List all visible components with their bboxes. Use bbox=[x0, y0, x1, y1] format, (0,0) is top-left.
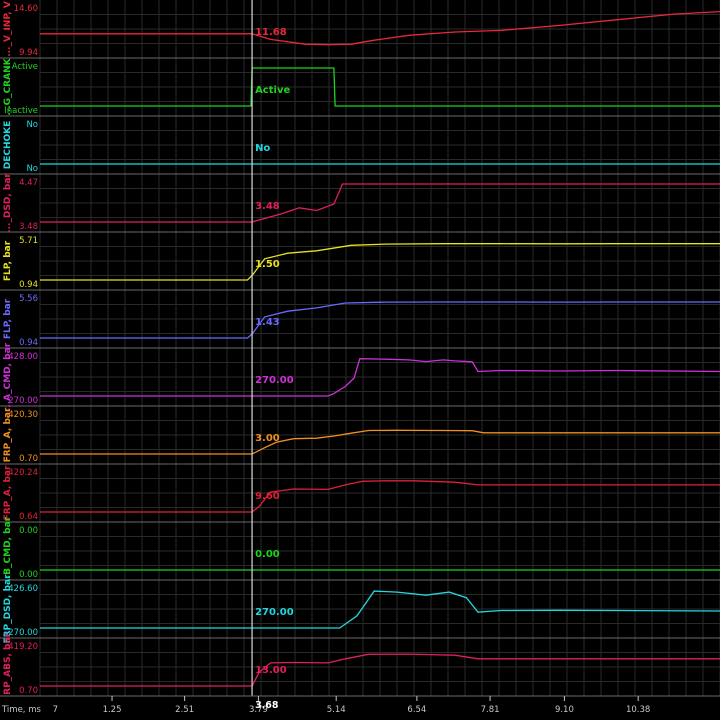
channel-top-label: 14.60 bbox=[14, 4, 38, 14]
time-tick-label: 7.81 bbox=[481, 705, 500, 715]
cursor-value: No bbox=[255, 143, 270, 154]
channel-name: ..._DSD, bar bbox=[3, 173, 13, 233]
channel-top-label: 5.71 bbox=[19, 236, 38, 246]
cursor-value: Active bbox=[255, 85, 290, 96]
time-tick-label: 10.38 bbox=[626, 705, 650, 715]
cursor-value: 9.60 bbox=[255, 491, 280, 502]
cursor-value: 3.48 bbox=[255, 201, 280, 212]
channel-top-label: Active bbox=[12, 62, 38, 72]
cursor-value: 11.68 bbox=[255, 27, 287, 38]
channel-bottom-label: 0.94 bbox=[19, 338, 38, 348]
channel-bottom-label: Inactive bbox=[4, 106, 38, 116]
cursor-value: 270.00 bbox=[255, 375, 294, 386]
time-tick-label: 2.51 bbox=[175, 705, 194, 715]
channel-bottom-label: 0.64 bbox=[19, 512, 38, 522]
channel-name: ..._V_INP, V bbox=[3, 1, 13, 57]
cursor-value: 1.43 bbox=[255, 317, 280, 328]
channel-bottom-label: 3.48 bbox=[19, 222, 38, 232]
channel-bottom-label: 0.70 bbox=[19, 686, 38, 696]
channel-top-label: 4.47 bbox=[19, 178, 38, 188]
cursor-value: 270.00 bbox=[255, 607, 294, 618]
channel-bottom-label: 9.94 bbox=[19, 48, 38, 58]
channel-name: FLP, bar bbox=[3, 240, 13, 281]
channel-top-label: 5.56 bbox=[19, 294, 38, 304]
cursor-value: 13.00 bbox=[255, 665, 287, 676]
time-tick-label: 9.10 bbox=[555, 705, 574, 715]
oscilloscope-chart: ..._V_INP, V 14.609.9411.68...G_CRANKActi… bbox=[0, 0, 720, 720]
channel-name: DECHOKE bbox=[3, 121, 13, 170]
channel-top-label: 426.60 bbox=[8, 584, 38, 594]
channel-bottom-label: 0.00 bbox=[19, 570, 38, 580]
channel-bottom-label: 270.00 bbox=[8, 396, 38, 406]
channel-top-label: 428.00 bbox=[8, 352, 38, 362]
channel-top-label: No bbox=[26, 120, 38, 130]
cursor-time-label: 3.68 bbox=[255, 700, 279, 711]
channel-bottom-label: 0.94 bbox=[19, 280, 38, 290]
channel-bottom-label: 0.70 bbox=[19, 454, 38, 464]
time-origin-label: 7 bbox=[53, 705, 58, 715]
cursor-value: 3.00 bbox=[255, 433, 280, 444]
time-axis-label: Time, ms bbox=[1, 705, 41, 715]
channel-top-label: 419.20 bbox=[8, 642, 38, 652]
cursor-value: 1.50 bbox=[255, 259, 280, 270]
channel-top-label: 420.24 bbox=[8, 468, 38, 478]
cursor-value: 0.00 bbox=[255, 549, 280, 560]
channel-top-label: 420.30 bbox=[8, 410, 38, 420]
time-tick-label: 6.54 bbox=[407, 705, 426, 715]
channel-top-label: 0.00 bbox=[19, 526, 38, 536]
time-tick-label: 5.14 bbox=[327, 705, 346, 715]
time-tick-label: 1.25 bbox=[103, 705, 122, 715]
channel-bottom-label: No bbox=[26, 164, 38, 174]
channel-name: FLP, bar bbox=[3, 298, 13, 339]
